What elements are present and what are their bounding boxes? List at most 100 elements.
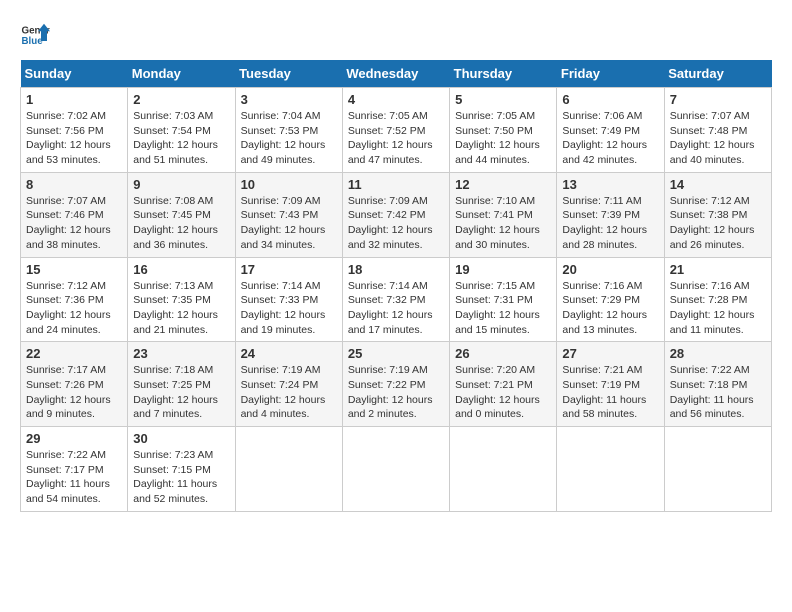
calendar-week-row: 22 Sunrise: 7:17 AM Sunset: 7:26 PM Dayli… xyxy=(21,342,772,427)
calendar-day-cell: 16Sunrise: 7:13 AM Sunset: 7:35 PM Dayli… xyxy=(128,257,235,342)
day-number: 24 xyxy=(241,346,337,361)
empty-cell xyxy=(557,427,664,512)
day-info: Sunrise: 7:04 AM Sunset: 7:53 PM Dayligh… xyxy=(241,109,337,168)
calendar-day-cell: 21 Sunrise: 7:16 AM Sunset: 7:28 PM Dayli… xyxy=(664,257,771,342)
day-number: 3 xyxy=(241,92,337,107)
calendar-day-cell: 1 Sunrise: 7:02 AM Sunset: 7:56 PM Daylig… xyxy=(21,88,128,173)
calendar-day-cell: 2 Sunrise: 7:03 AM Sunset: 7:54 PM Daylig… xyxy=(128,88,235,173)
svg-text:Blue: Blue xyxy=(22,36,44,47)
calendar-day-cell: 22 Sunrise: 7:17 AM Sunset: 7:26 PM Dayli… xyxy=(21,342,128,427)
calendar-day-cell: 20 Sunrise: 7:16 AM Sunset: 7:29 PM Dayli… xyxy=(557,257,664,342)
column-header-sunday: Sunday xyxy=(21,60,128,88)
day-info: Sunrise: 7:13 AM Sunset: 7:35 PM Dayligh… xyxy=(133,279,229,338)
day-number: 30 xyxy=(133,431,229,446)
day-number: 12 xyxy=(455,177,551,192)
day-number: 5 xyxy=(455,92,551,107)
calendar-day-cell: 7Sunrise: 7:07 AM Sunset: 7:48 PM Daylig… xyxy=(664,88,771,173)
calendar-day-cell: 5 Sunrise: 7:05 AM Sunset: 7:50 PM Daylig… xyxy=(450,88,557,173)
day-number: 20 xyxy=(562,262,658,277)
calendar-day-cell: 23Sunrise: 7:18 AM Sunset: 7:25 PM Dayli… xyxy=(128,342,235,427)
day-info: Sunrise: 7:16 AM Sunset: 7:29 PM Dayligh… xyxy=(562,279,658,338)
day-info: Sunrise: 7:06 AM Sunset: 7:49 PM Dayligh… xyxy=(562,109,658,168)
day-number: 18 xyxy=(348,262,444,277)
day-number: 4 xyxy=(348,92,444,107)
day-info: Sunrise: 7:14 AM Sunset: 7:32 PM Dayligh… xyxy=(348,279,444,338)
calendar-day-cell: 9Sunrise: 7:08 AM Sunset: 7:45 PM Daylig… xyxy=(128,172,235,257)
day-number: 1 xyxy=(26,92,122,107)
empty-cell xyxy=(450,427,557,512)
day-info: Sunrise: 7:11 AM Sunset: 7:39 PM Dayligh… xyxy=(562,194,658,253)
day-info: Sunrise: 7:09 AM Sunset: 7:42 PM Dayligh… xyxy=(348,194,444,253)
calendar-day-cell: 6 Sunrise: 7:06 AM Sunset: 7:49 PM Daylig… xyxy=(557,88,664,173)
day-number: 10 xyxy=(241,177,337,192)
column-header-saturday: Saturday xyxy=(664,60,771,88)
day-info: Sunrise: 7:23 AM Sunset: 7:15 PM Dayligh… xyxy=(133,448,229,507)
calendar-day-cell: 12 Sunrise: 7:10 AM Sunset: 7:41 PM Dayli… xyxy=(450,172,557,257)
logo-icon: General Blue xyxy=(20,20,50,50)
day-number: 8 xyxy=(26,177,122,192)
day-info: Sunrise: 7:07 AM Sunset: 7:48 PM Dayligh… xyxy=(670,109,766,168)
calendar-week-row: 1 Sunrise: 7:02 AM Sunset: 7:56 PM Daylig… xyxy=(21,88,772,173)
calendar-week-row: 8 Sunrise: 7:07 AM Sunset: 7:46 PM Daylig… xyxy=(21,172,772,257)
calendar-table: SundayMondayTuesdayWednesdayThursdayFrid… xyxy=(20,60,772,512)
day-number: 25 xyxy=(348,346,444,361)
calendar-day-cell: 24Sunrise: 7:19 AM Sunset: 7:24 PM Dayli… xyxy=(235,342,342,427)
day-info: Sunrise: 7:17 AM Sunset: 7:26 PM Dayligh… xyxy=(26,363,122,422)
calendar-day-cell: 3 Sunrise: 7:04 AM Sunset: 7:53 PM Daylig… xyxy=(235,88,342,173)
day-number: 17 xyxy=(241,262,337,277)
calendar-day-cell: 13 Sunrise: 7:11 AM Sunset: 7:39 PM Dayli… xyxy=(557,172,664,257)
day-number: 19 xyxy=(455,262,551,277)
day-number: 13 xyxy=(562,177,658,192)
day-number: 15 xyxy=(26,262,122,277)
calendar-day-cell: 10 Sunrise: 7:09 AM Sunset: 7:43 PM Dayli… xyxy=(235,172,342,257)
calendar-day-cell: 11Sunrise: 7:09 AM Sunset: 7:42 PM Dayli… xyxy=(342,172,449,257)
column-header-monday: Monday xyxy=(128,60,235,88)
day-number: 14 xyxy=(670,177,766,192)
day-info: Sunrise: 7:21 AM Sunset: 7:19 PM Dayligh… xyxy=(562,363,658,422)
day-info: Sunrise: 7:10 AM Sunset: 7:41 PM Dayligh… xyxy=(455,194,551,253)
day-number: 28 xyxy=(670,346,766,361)
day-number: 2 xyxy=(133,92,229,107)
day-info: Sunrise: 7:05 AM Sunset: 7:52 PM Dayligh… xyxy=(348,109,444,168)
day-info: Sunrise: 7:07 AM Sunset: 7:46 PM Dayligh… xyxy=(26,194,122,253)
day-info: Sunrise: 7:18 AM Sunset: 7:25 PM Dayligh… xyxy=(133,363,229,422)
logo: General Blue xyxy=(20,20,50,50)
calendar-day-cell: 8 Sunrise: 7:07 AM Sunset: 7:46 PM Daylig… xyxy=(21,172,128,257)
calendar-day-cell: 27 Sunrise: 7:21 AM Sunset: 7:19 PM Dayli… xyxy=(557,342,664,427)
empty-cell xyxy=(664,427,771,512)
calendar-day-cell: 19 Sunrise: 7:15 AM Sunset: 7:31 PM Dayli… xyxy=(450,257,557,342)
day-info: Sunrise: 7:12 AM Sunset: 7:38 PM Dayligh… xyxy=(670,194,766,253)
calendar-header-row: SundayMondayTuesdayWednesdayThursdayFrid… xyxy=(21,60,772,88)
day-info: Sunrise: 7:15 AM Sunset: 7:31 PM Dayligh… xyxy=(455,279,551,338)
calendar-day-cell: 28 Sunrise: 7:22 AM Sunset: 7:18 PM Dayli… xyxy=(664,342,771,427)
day-number: 9 xyxy=(133,177,229,192)
day-info: Sunrise: 7:05 AM Sunset: 7:50 PM Dayligh… xyxy=(455,109,551,168)
calendar-week-row: 29 Sunrise: 7:22 AM Sunset: 7:17 PM Dayli… xyxy=(21,427,772,512)
page-header: General Blue xyxy=(20,20,772,50)
day-number: 21 xyxy=(670,262,766,277)
day-info: Sunrise: 7:22 AM Sunset: 7:18 PM Dayligh… xyxy=(670,363,766,422)
day-info: Sunrise: 7:03 AM Sunset: 7:54 PM Dayligh… xyxy=(133,109,229,168)
calendar-day-cell: 30 Sunrise: 7:23 AM Sunset: 7:15 PM Dayli… xyxy=(128,427,235,512)
calendar-day-cell: 15 Sunrise: 7:12 AM Sunset: 7:36 PM Dayli… xyxy=(21,257,128,342)
calendar-day-cell: 18 Sunrise: 7:14 AM Sunset: 7:32 PM Dayli… xyxy=(342,257,449,342)
empty-cell xyxy=(342,427,449,512)
calendar-day-cell: 29 Sunrise: 7:22 AM Sunset: 7:17 PM Dayli… xyxy=(21,427,128,512)
empty-cell xyxy=(235,427,342,512)
day-number: 29 xyxy=(26,431,122,446)
day-info: Sunrise: 7:12 AM Sunset: 7:36 PM Dayligh… xyxy=(26,279,122,338)
day-number: 27 xyxy=(562,346,658,361)
calendar-week-row: 15 Sunrise: 7:12 AM Sunset: 7:36 PM Dayli… xyxy=(21,257,772,342)
day-number: 22 xyxy=(26,346,122,361)
day-info: Sunrise: 7:02 AM Sunset: 7:56 PM Dayligh… xyxy=(26,109,122,168)
day-info: Sunrise: 7:09 AM Sunset: 7:43 PM Dayligh… xyxy=(241,194,337,253)
day-number: 6 xyxy=(562,92,658,107)
column-header-tuesday: Tuesday xyxy=(235,60,342,88)
day-info: Sunrise: 7:19 AM Sunset: 7:22 PM Dayligh… xyxy=(348,363,444,422)
calendar-day-cell: 26Sunrise: 7:20 AM Sunset: 7:21 PM Dayli… xyxy=(450,342,557,427)
day-info: Sunrise: 7:22 AM Sunset: 7:17 PM Dayligh… xyxy=(26,448,122,507)
day-info: Sunrise: 7:16 AM Sunset: 7:28 PM Dayligh… xyxy=(670,279,766,338)
day-info: Sunrise: 7:14 AM Sunset: 7:33 PM Dayligh… xyxy=(241,279,337,338)
calendar-day-cell: 4 Sunrise: 7:05 AM Sunset: 7:52 PM Daylig… xyxy=(342,88,449,173)
column-header-thursday: Thursday xyxy=(450,60,557,88)
